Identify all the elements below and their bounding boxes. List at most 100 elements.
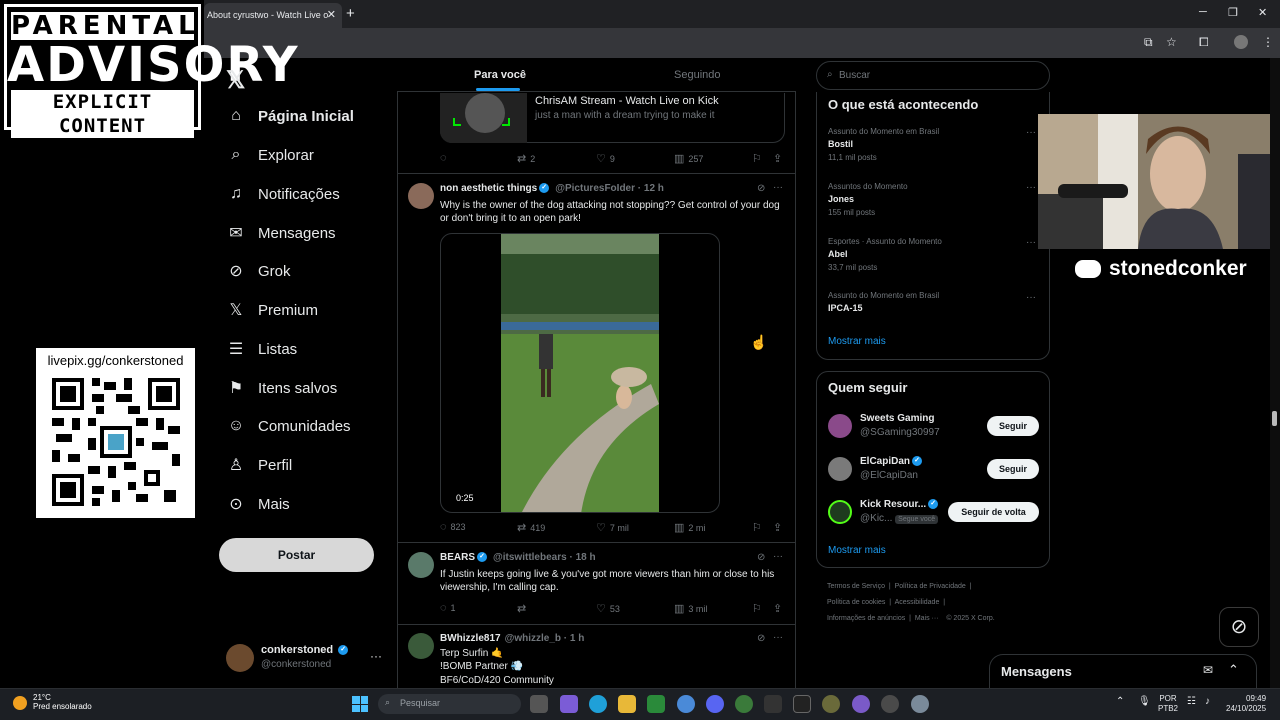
grok-icon[interactable]: ⊘ xyxy=(757,552,765,563)
reply-button[interactable]: ◌ 823 xyxy=(440,521,466,533)
nav-bookmarks[interactable]: ⚑ Itens salvos xyxy=(226,373,337,403)
new-tab-button[interactable]: + xyxy=(346,5,355,22)
like-button[interactable]: ♡ 9 xyxy=(596,152,615,165)
account-switcher[interactable]: conkerstoned ✓ @conkerstoned ··· xyxy=(226,643,386,673)
avatar[interactable] xyxy=(408,552,434,578)
nav-notifications[interactable]: ♫ Notificações xyxy=(226,179,340,209)
post-more-icon[interactable]: ··· xyxy=(773,182,783,193)
taskbar-search-input[interactable]: ⌕ Pesquisar xyxy=(378,694,521,714)
trend-more-icon[interactable]: ··· xyxy=(1026,237,1036,248)
edge-icon[interactable] xyxy=(589,695,607,713)
views-button[interactable]: ▥ 2 mi xyxy=(674,521,705,534)
volume-icon[interactable]: ♪ xyxy=(1205,697,1210,707)
bookmark-button[interactable]: ⚐ xyxy=(752,602,766,615)
trend-item[interactable]: Assunto do Momento em Brasil Bostil 11,1… xyxy=(828,127,939,162)
app-icon[interactable] xyxy=(793,695,811,713)
star-icon[interactable]: ☆ xyxy=(1166,35,1177,49)
task-view-icon[interactable] xyxy=(530,695,548,713)
app-icon[interactable] xyxy=(852,695,870,713)
store-icon[interactable] xyxy=(647,695,665,713)
repost-button[interactable]: ⇄ xyxy=(517,602,530,615)
nav-home[interactable]: ⌂ Página Inicial xyxy=(226,101,354,131)
app-icon[interactable] xyxy=(764,695,782,713)
post-author[interactable]: non aesthetic things ✓ @PicturesFoIder · 1… xyxy=(440,183,664,194)
browser-tab[interactable]: About cyrustwo - Watch Live o ✕ xyxy=(204,3,342,28)
ads-info-link[interactable]: Informações de anúncios xyxy=(827,615,905,622)
post-author[interactable]: BEARS ✓ @itswittlebears · 18 h xyxy=(440,552,596,563)
more-icon[interactable]: ··· xyxy=(370,649,382,663)
video-player[interactable] xyxy=(440,233,720,513)
x-logo-icon[interactable]: 𝕏 xyxy=(226,66,245,95)
trend-more-icon[interactable]: ··· xyxy=(1026,292,1036,303)
grok-icon[interactable]: ⊘ xyxy=(757,183,765,194)
nav-profile[interactable]: ♙ Perfil xyxy=(226,450,292,480)
share-button[interactable]: ⇪ xyxy=(773,602,786,615)
scrollbar-track[interactable] xyxy=(1270,58,1280,688)
views-button[interactable]: ▥ 3 mil xyxy=(674,602,707,615)
post-more-icon[interactable]: ··· xyxy=(773,632,783,643)
xbox-icon[interactable] xyxy=(735,695,753,713)
suggest-name[interactable]: ElCapiDan ✓ xyxy=(860,456,923,467)
follow-button[interactable]: Seguir xyxy=(987,459,1039,479)
views-button[interactable]: ▥ 257 xyxy=(674,152,703,165)
nav-grok[interactable]: ⊘ Grok xyxy=(226,256,290,286)
bookmark-button[interactable]: ⚐ xyxy=(752,152,766,165)
repost-button[interactable]: ⇄ 2 xyxy=(517,152,535,165)
like-button[interactable]: ♡ 53 xyxy=(596,602,620,615)
tab-for-you[interactable]: Para você xyxy=(474,69,526,91)
like-button[interactable]: ♡ 7 mil xyxy=(596,521,629,534)
messages-drawer[interactable]: Mensagens ✉ ⌃ xyxy=(989,654,1257,688)
trend-item[interactable]: Assunto do Momento em Brasil IPCA-15 xyxy=(828,291,939,313)
minimize-button[interactable]: ─ xyxy=(1199,6,1207,18)
network-icon[interactable]: ☷ xyxy=(1187,697,1196,707)
discord-app-icon[interactable] xyxy=(706,695,724,713)
avatar[interactable] xyxy=(828,457,852,481)
close-tab-icon[interactable]: ✕ xyxy=(327,8,336,21)
new-message-icon[interactable]: ✉ xyxy=(1203,663,1213,677)
terms-link[interactable]: Termos de Serviço xyxy=(827,583,885,590)
suggest-name[interactable]: Kick Resour... ✓ xyxy=(860,499,939,510)
follow-back-button[interactable]: Seguir de volta xyxy=(948,502,1039,522)
trend-item[interactable]: Assuntos do Momento Jones 155 mil posts xyxy=(828,182,908,217)
nav-lists[interactable]: ☰ Listas xyxy=(226,334,297,364)
chrome-icon[interactable] xyxy=(677,695,695,713)
chevron-up-icon[interactable]: ⌃ xyxy=(1116,697,1124,707)
avatar[interactable] xyxy=(408,633,434,659)
reply-button[interactable]: ◌ xyxy=(440,152,451,164)
show-more-suggestions-link[interactable]: Mostrar mais xyxy=(828,545,886,556)
accessibility-link[interactable]: Acessibilidade xyxy=(895,599,940,606)
restore-button[interactable]: ❐ xyxy=(1228,6,1238,19)
app-icon[interactable] xyxy=(881,695,899,713)
repost-button[interactable]: ⇄ 419 xyxy=(517,521,545,534)
grok-float-button[interactable]: ⊘ xyxy=(1219,607,1259,647)
nav-messages[interactable]: ✉ Mensagens xyxy=(226,218,335,248)
show-more-trends-link[interactable]: Mostrar mais xyxy=(828,336,886,347)
install-app-icon[interactable]: ⧉ xyxy=(1144,35,1153,50)
file-explorer-icon[interactable] xyxy=(618,695,636,713)
bookmark-button[interactable]: ⚐ xyxy=(752,521,766,534)
post-more-icon[interactable]: ··· xyxy=(773,551,783,562)
share-button[interactable]: ⇪ xyxy=(773,521,786,534)
nav-communities[interactable]: ☺ Comunidades xyxy=(226,411,351,441)
profile-avatar-icon[interactable] xyxy=(1234,35,1248,49)
microphone-icon[interactable]: 🎙 xyxy=(1138,697,1151,707)
cookies-link[interactable]: Política de cookies xyxy=(827,599,885,606)
follow-button[interactable]: Seguir xyxy=(987,416,1039,436)
reply-button[interactable]: ◌ 1 xyxy=(440,602,456,614)
teams-icon[interactable] xyxy=(560,695,578,713)
settings-icon[interactable] xyxy=(911,695,929,713)
avatar[interactable] xyxy=(408,183,434,209)
more-link[interactable]: Mais ··· xyxy=(915,615,939,622)
trend-item[interactable]: Esportes · Assunto do Momento Abel 33,7 … xyxy=(828,237,942,272)
grok-icon[interactable]: ⊘ xyxy=(757,633,765,644)
expand-icon[interactable]: ⌃ xyxy=(1228,662,1239,678)
language-indicator[interactable]: POR PTB2 xyxy=(1158,694,1178,714)
trend-more-icon[interactable]: ··· xyxy=(1026,127,1036,138)
post-author[interactable]: BWhizzle817 @whizzle_b · 1 h xyxy=(440,633,584,644)
suggest-name[interactable]: Sweets Gaming xyxy=(860,413,934,424)
privacy-link[interactable]: Política de Privacidade xyxy=(895,583,966,590)
avatar[interactable] xyxy=(828,500,852,524)
tab-following[interactable]: Seguindo xyxy=(674,69,721,81)
nav-premium[interactable]: 𝕏 Premium xyxy=(226,295,318,325)
share-button[interactable]: ⇪ xyxy=(773,152,786,165)
